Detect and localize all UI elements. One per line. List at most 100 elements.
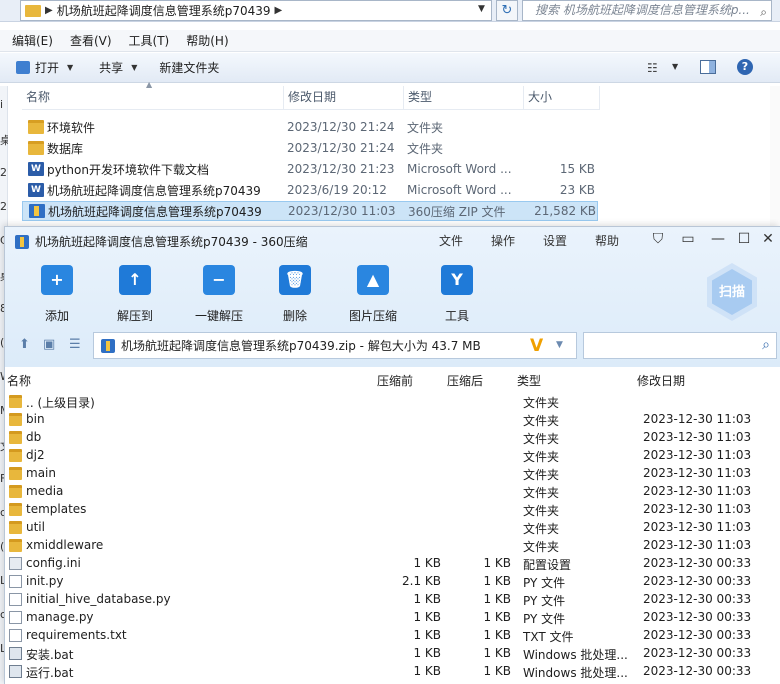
zip-column-name[interactable]: 名称 <box>7 372 31 389</box>
file-date: 2023/12/30 11:03 <box>288 204 396 218</box>
zip-row[interactable]: .. (上级目录) 文件夹 <box>5 393 780 411</box>
zip-path-bar[interactable]: 机场航班起降调度信息管理系统p70439.zip - 解包大小为 43.7 MB… <box>93 332 577 359</box>
new-folder-button[interactable]: 新建文件夹 <box>159 59 219 76</box>
verified-v-icon[interactable]: V <box>530 336 543 356</box>
zip-row-type: 文件夹 <box>523 414 560 428</box>
delete-icon: 🗑 <box>279 265 311 295</box>
nav-pane-clipped-text: i <box>0 98 4 111</box>
tool-button-delete[interactable]: 🗑 删除 <box>263 265 327 324</box>
file-row[interactable]: 数据库 2023/12/30 21:24 文件夹 <box>22 138 598 158</box>
zip-icon <box>29 204 45 218</box>
zip-path-text: 机场航班起降调度信息管理系统p70439.zip - 解包大小为 43.7 MB <box>121 339 481 353</box>
zip-column-type[interactable]: 类型 <box>517 372 541 389</box>
zip-row[interactable]: 安装.bat 1 KB 1 KB Windows 批处理... 2023-12-30 0… <box>5 645 780 663</box>
folder-icon <box>9 449 22 462</box>
file-row[interactable]: Wpython开发环境软件下载文档 2023/12/30 21:23 Microso… <box>22 159 598 179</box>
zip-row-modified: 2023-12-30 00:33 <box>643 628 752 642</box>
feedback-icon[interactable]: ▭ <box>679 231 697 247</box>
tool-glyph: − <box>212 270 226 289</box>
zip-menu-settings[interactable]: 设置 <box>543 232 567 249</box>
menu-bar: 编辑(E) 查看(V) 工具(T) 帮助(H) <box>0 30 780 52</box>
zip-row-modified: 2023-12-30 11:03 <box>643 430 752 444</box>
search-input[interactable]: 搜索 机场航班起降调度信息管理系统p... ⌕ <box>522 0 772 21</box>
preview-pane-icon[interactable] <box>700 60 716 74</box>
tool-button-add[interactable]: + 添加 <box>25 265 89 324</box>
maximize-icon[interactable]: ☐ <box>735 231 753 247</box>
address-path[interactable]: 机场航班起降调度信息管理系统p70439 <box>57 2 271 19</box>
scan-button[interactable]: 扫描 <box>707 263 757 321</box>
path-dropdown-icon[interactable]: ▼ <box>556 340 563 350</box>
address-dropdown-icon[interactable]: ▼ <box>478 4 485 14</box>
file-type: 360压缩 ZIP 文件 <box>408 204 506 219</box>
column-size[interactable]: 大小 <box>524 86 600 109</box>
menu-help[interactable]: 帮助(H) <box>186 32 228 49</box>
minimize-icon[interactable]: — <box>709 231 727 247</box>
column-type[interactable]: 类型 <box>404 86 524 109</box>
zip-row[interactable]: dj2 文件夹 2023-12-30 11:03 <box>5 447 780 465</box>
zip-row[interactable]: config.ini 1 KB 1 KB 配置设置 2023-12-30 00:33 <box>5 555 780 573</box>
open-button[interactable]: 打开 ▼ <box>35 59 73 76</box>
zip-menu-file[interactable]: 文件 <box>439 232 463 249</box>
zip-menu-operation[interactable]: 操作 <box>491 232 515 249</box>
file-row[interactable]: W 机场航班起降调度信息管理系统p70439 2023/6/19 20:12 Micr… <box>22 180 598 200</box>
tool-button-image-compress[interactable]: ▲ 图片压缩 <box>341 265 405 324</box>
zip-row[interactable]: bin 文件夹 2023-12-30 11:03 <box>5 411 780 429</box>
zip-column-before[interactable]: 压缩前 <box>377 372 413 389</box>
zip-row[interactable]: 运行.bat 1 KB 1 KB Windows 批处理... 2023-12-30 0… <box>5 663 780 681</box>
menu-edit[interactable]: 编辑(E) <box>12 32 53 49</box>
zip-row-type: PY 文件 <box>523 612 566 626</box>
tool-button-extract-to[interactable]: ↑ 解压到 <box>103 265 167 324</box>
zip-row[interactable]: requirements.txt 1 KB 1 KB TXT 文件 2023-12-30… <box>5 627 780 645</box>
tool-button-tools[interactable]: Y 工具 <box>425 265 489 324</box>
zip-row[interactable]: xmiddleware 文件夹 2023-12-30 11:03 <box>5 537 780 555</box>
shirt-skin-icon[interactable]: ⛉ <box>649 231 667 247</box>
zip-row[interactable]: templates 文件夹 2023-12-30 11:03 <box>5 501 780 519</box>
folder-icon <box>9 503 22 516</box>
file-row[interactable]: 机场航班起降调度信息管理系统p70439 2023/12/30 11:03 360压… <box>22 201 598 221</box>
chevron-right-icon[interactable]: ▶ <box>275 5 283 16</box>
view-dropdown-icon[interactable]: ▼ <box>672 62 678 71</box>
share-label: 共享 <box>99 61 124 75</box>
zip-row[interactable]: init.py 2.1 KB 1 KB PY 文件 2023-12-30 00:33 <box>5 573 780 591</box>
explorer-toolbar: 打开 ▼ 共享 ▼ 新建文件夹 ☷ ▼ ? <box>0 53 780 83</box>
config-file-icon <box>9 557 22 570</box>
refresh-button[interactable]: ↻ <box>496 0 518 21</box>
search-icon[interactable]: ⌕ <box>760 3 767 20</box>
zip-search-input[interactable]: ⌕ <box>583 332 777 359</box>
chevron-down-icon: ▼ <box>131 63 138 72</box>
column-date-modified[interactable]: 修改日期 <box>284 86 404 109</box>
zip-row[interactable]: initial_hive_database.py 1 KB 1 KB PY 文件 202… <box>5 591 780 609</box>
file-name: 机场航班起降调度信息管理系统p70439 <box>47 183 261 198</box>
zip-row-name: xmiddleware <box>26 538 104 552</box>
zip-column-modified[interactable]: 修改日期 <box>637 372 685 389</box>
zip-row[interactable]: manage.py 1 KB 1 KB PY 文件 2023-12-30 00:33 <box>5 609 780 627</box>
close-icon[interactable]: ✕ <box>759 231 777 247</box>
zip-row[interactable]: media 文件夹 2023-12-30 11:03 <box>5 483 780 501</box>
zip-row[interactable]: main 文件夹 2023-12-30 11:03 <box>5 465 780 483</box>
zip-header: 机场航班起降调度信息管理系统p70439 - 360压缩 文件 操作 设置 帮助… <box>5 227 780 367</box>
file-size: 15 KB <box>559 162 595 176</box>
address-bar[interactable]: ▶ 机场航班起降调度信息管理系统p70439 ▶ <box>20 0 492 21</box>
menu-view[interactable]: 查看(V) <box>70 32 112 49</box>
up-arrow-icon[interactable]: ⬆ <box>19 337 30 352</box>
chevron-right-icon[interactable]: ▶ <box>45 5 53 16</box>
thumbnail-view-icon[interactable]: ▣ <box>43 337 55 352</box>
column-name[interactable]: 名称 <box>22 86 284 109</box>
zip-column-after[interactable]: 压缩后 <box>447 372 483 389</box>
zip-row[interactable]: util 文件夹 2023-12-30 11:03 <box>5 519 780 537</box>
zip-row-name: .. (上级目录) <box>26 396 95 410</box>
document-icon <box>9 629 22 642</box>
menu-tools[interactable]: 工具(T) <box>129 32 170 49</box>
zip-row-modified: 2023-12-30 11:03 <box>643 466 752 480</box>
list-view-icon[interactable]: ☰ <box>69 337 81 352</box>
tool-glyph: + <box>50 270 64 289</box>
help-icon[interactable]: ? <box>737 59 753 75</box>
search-icon[interactable]: ⌕ <box>762 337 770 353</box>
zip-row[interactable]: db 文件夹 2023-12-30 11:03 <box>5 429 780 447</box>
zip-row-name: media <box>26 484 64 498</box>
file-row[interactable]: 环境软件 2023/12/30 21:24 文件夹 <box>22 117 598 137</box>
zip-menu-help[interactable]: 帮助 <box>595 232 619 249</box>
share-button[interactable]: 共享 ▼ <box>99 59 137 76</box>
view-options-icon[interactable]: ☷ <box>647 61 658 75</box>
tool-button-one-click-extract[interactable]: − 一键解压 <box>187 265 251 324</box>
